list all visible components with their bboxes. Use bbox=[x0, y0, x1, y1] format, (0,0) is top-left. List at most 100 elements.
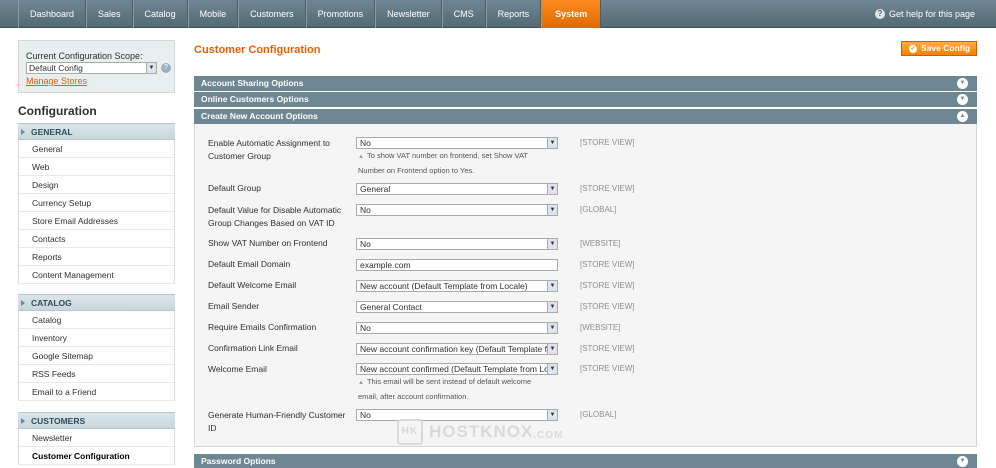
sidebar-item-email-to-a-friend[interactable]: Email to a Friend bbox=[18, 383, 175, 401]
watermark: HK HOSTKNOX .COM bbox=[397, 419, 563, 445]
sidebar-item-reports[interactable]: Reports bbox=[18, 248, 175, 266]
sidebar-item-google-sitemap[interactable]: Google Sitemap bbox=[18, 347, 175, 365]
sidebar-header-general[interactable]: GENERAL bbox=[18, 123, 175, 140]
nav-customers[interactable]: Customers bbox=[238, 0, 306, 28]
help-icon: ? bbox=[874, 9, 885, 19]
scope-tag: [STORE VIEW] bbox=[580, 344, 635, 353]
sidebar-item-contacts[interactable]: Contacts bbox=[18, 230, 175, 248]
sidebar-item-content-management[interactable]: Content Management bbox=[18, 266, 175, 284]
nav-system[interactable]: System bbox=[541, 0, 602, 28]
chevron-down-icon: ▼ bbox=[547, 239, 557, 249]
label-show-vat: Show VAT Number on Frontend bbox=[208, 238, 328, 248]
confirmation-link-email-value: New account confirmation key (Default Te… bbox=[360, 344, 550, 354]
scope-switcher: Current Configuration Scope: Default Con… bbox=[18, 40, 175, 93]
sidebar-item-catalog[interactable]: Catalog bbox=[18, 311, 175, 329]
scope-label: Current Configuration Scope: bbox=[26, 51, 143, 61]
sidebar-item-currency-setup[interactable]: Currency Setup bbox=[18, 194, 175, 212]
default-welcome-email-select[interactable]: New account (Default Template from Local… bbox=[356, 280, 558, 292]
label-confirmation-link-email: Confirmation Link Email bbox=[208, 343, 298, 353]
section-title: Create New Account Options bbox=[201, 111, 318, 121]
scope-tag: [GLOBAL] bbox=[580, 205, 617, 214]
chevron-down-icon: ▼ bbox=[547, 344, 557, 354]
section-online-customers[interactable]: Online Customers Options ▼ bbox=[194, 92, 977, 107]
nav-catalog[interactable]: Catalog bbox=[132, 0, 188, 28]
default-group-value: General bbox=[360, 184, 391, 194]
email-sender-select[interactable]: General Contact ▼ bbox=[356, 301, 558, 313]
chevron-up-icon: ▲ bbox=[957, 111, 968, 122]
scope-tag: [STORE VIEW] bbox=[580, 281, 635, 290]
email-domain-input[interactable]: example.com bbox=[356, 259, 558, 271]
sidebar-header-customers[interactable]: CUSTOMERS bbox=[18, 412, 175, 429]
label-email-sender: Email Sender bbox=[208, 301, 260, 311]
field-note: ▲ To show VAT number on frontend, set Sho… bbox=[358, 149, 548, 177]
disable-auto-group-value: No bbox=[360, 205, 371, 215]
show-vat-value: No bbox=[360, 239, 371, 249]
sidebar-item-store-email-addresses[interactable]: Store Email Addresses bbox=[18, 212, 175, 230]
scope-tag: [STORE VIEW] bbox=[580, 184, 635, 193]
section-title: Online Customers Options bbox=[201, 94, 309, 104]
human-friendly-id-value: No bbox=[360, 410, 371, 420]
label-welcome-email: Welcome Email bbox=[208, 364, 267, 374]
sidebar-item-design[interactable]: Design bbox=[18, 176, 175, 194]
label-human-friendly-id: Generate Human-Friendly Customer ID bbox=[208, 410, 346, 433]
save-config-button[interactable]: ✓ Save Config bbox=[901, 41, 977, 56]
confirmation-link-email-select[interactable]: New account confirmation key (Default Te… bbox=[356, 343, 558, 355]
nav-promotions[interactable]: Promotions bbox=[305, 0, 376, 28]
welcome-email-value: New account confirmed (Default Template … bbox=[360, 364, 549, 374]
scope-tag: [STORE VIEW] bbox=[580, 302, 635, 311]
manage-stores-link[interactable]: Manage Stores bbox=[26, 76, 87, 86]
label-auto-assign: Enable Automatic Assignment to Customer … bbox=[208, 138, 330, 161]
sidebar-item-web[interactable]: Web bbox=[18, 158, 175, 176]
save-icon: ✓ bbox=[909, 45, 917, 53]
section-title: Account Sharing Options bbox=[201, 78, 304, 88]
watermark-logo: HK bbox=[397, 419, 423, 445]
section-password-options[interactable]: Password Options ▼ bbox=[194, 454, 977, 468]
chevron-down-icon: ▼ bbox=[547, 138, 557, 148]
sidebar-header-catalog[interactable]: CATALOG bbox=[18, 294, 175, 311]
page-title: Customer Configuration bbox=[194, 44, 321, 56]
arrow-up-icon: ▲ bbox=[358, 154, 364, 160]
auto-assign-select[interactable]: No ▼ bbox=[356, 137, 558, 149]
nav-newsletter[interactable]: Newsletter bbox=[375, 0, 442, 28]
chevron-down-icon: ▼ bbox=[547, 364, 557, 374]
default-group-select[interactable]: General ▼ bbox=[356, 183, 558, 195]
watermark-text: HOSTKNOX bbox=[429, 422, 534, 441]
section-title: Password Options bbox=[201, 456, 276, 466]
section-account-sharing[interactable]: Account Sharing Options ▼ bbox=[194, 76, 977, 91]
field-note: ▲ This email will be sent instead of defa… bbox=[358, 375, 548, 403]
sidebar-title: Configuration bbox=[18, 104, 97, 118]
sidebar-section-customers: CUSTOMERS Newsletter Customer Configurat… bbox=[18, 412, 175, 465]
scope-select[interactable]: Default Config ▼ bbox=[26, 62, 157, 74]
require-confirmation-select[interactable]: No ▼ bbox=[356, 322, 558, 334]
top-nav: Dashboard Sales Catalog Mobile Customers… bbox=[0, 0, 996, 28]
scope-tag: [WEBSITE] bbox=[580, 239, 621, 248]
scope-tag: [GLOBAL] bbox=[580, 410, 617, 419]
disable-auto-group-select[interactable]: No ▼ bbox=[356, 204, 558, 216]
nav-dashboard[interactable]: Dashboard bbox=[18, 0, 87, 28]
show-vat-select[interactable]: No ▼ bbox=[356, 238, 558, 250]
nav-reports[interactable]: Reports bbox=[485, 0, 542, 28]
sidebar-section-general: GENERAL General Web Design Currency Setu… bbox=[18, 123, 175, 284]
save-config-label: Save Config bbox=[921, 43, 971, 53]
nav-mobile[interactable]: Mobile bbox=[187, 0, 239, 28]
nav-cms[interactable]: CMS bbox=[441, 0, 486, 28]
chevron-down-icon: ▼ bbox=[547, 205, 557, 215]
scope-tag: [STORE VIEW] bbox=[580, 260, 635, 269]
sidebar-item-general[interactable]: General bbox=[18, 140, 175, 158]
welcome-email-select[interactable]: New account confirmed (Default Template … bbox=[356, 363, 558, 375]
chevron-down-icon: ▼ bbox=[547, 281, 557, 291]
nav-sales[interactable]: Sales bbox=[86, 0, 133, 28]
sidebar-item-rss-feeds[interactable]: RSS Feeds bbox=[18, 365, 175, 383]
email-domain-value: example.com bbox=[360, 260, 411, 270]
help-link[interactable]: ? Get help for this page bbox=[874, 0, 975, 28]
section-create-new-account[interactable]: Create New Account Options ▲ bbox=[194, 109, 977, 126]
chevron-down-icon: ▼ bbox=[146, 63, 156, 73]
label-welcome-email-default: Default Welcome Email bbox=[208, 280, 297, 290]
help-icon[interactable]: ? bbox=[161, 63, 171, 73]
sidebar-item-customer-configuration[interactable]: Customer Configuration bbox=[18, 447, 175, 465]
sidebar-item-inventory[interactable]: Inventory bbox=[18, 329, 175, 347]
sidebar-item-newsletter[interactable]: Newsletter bbox=[18, 429, 175, 447]
scope-value: Default Config bbox=[29, 63, 83, 73]
email-sender-value: General Contact bbox=[360, 302, 422, 312]
chevron-down-icon: ▼ bbox=[957, 456, 968, 467]
